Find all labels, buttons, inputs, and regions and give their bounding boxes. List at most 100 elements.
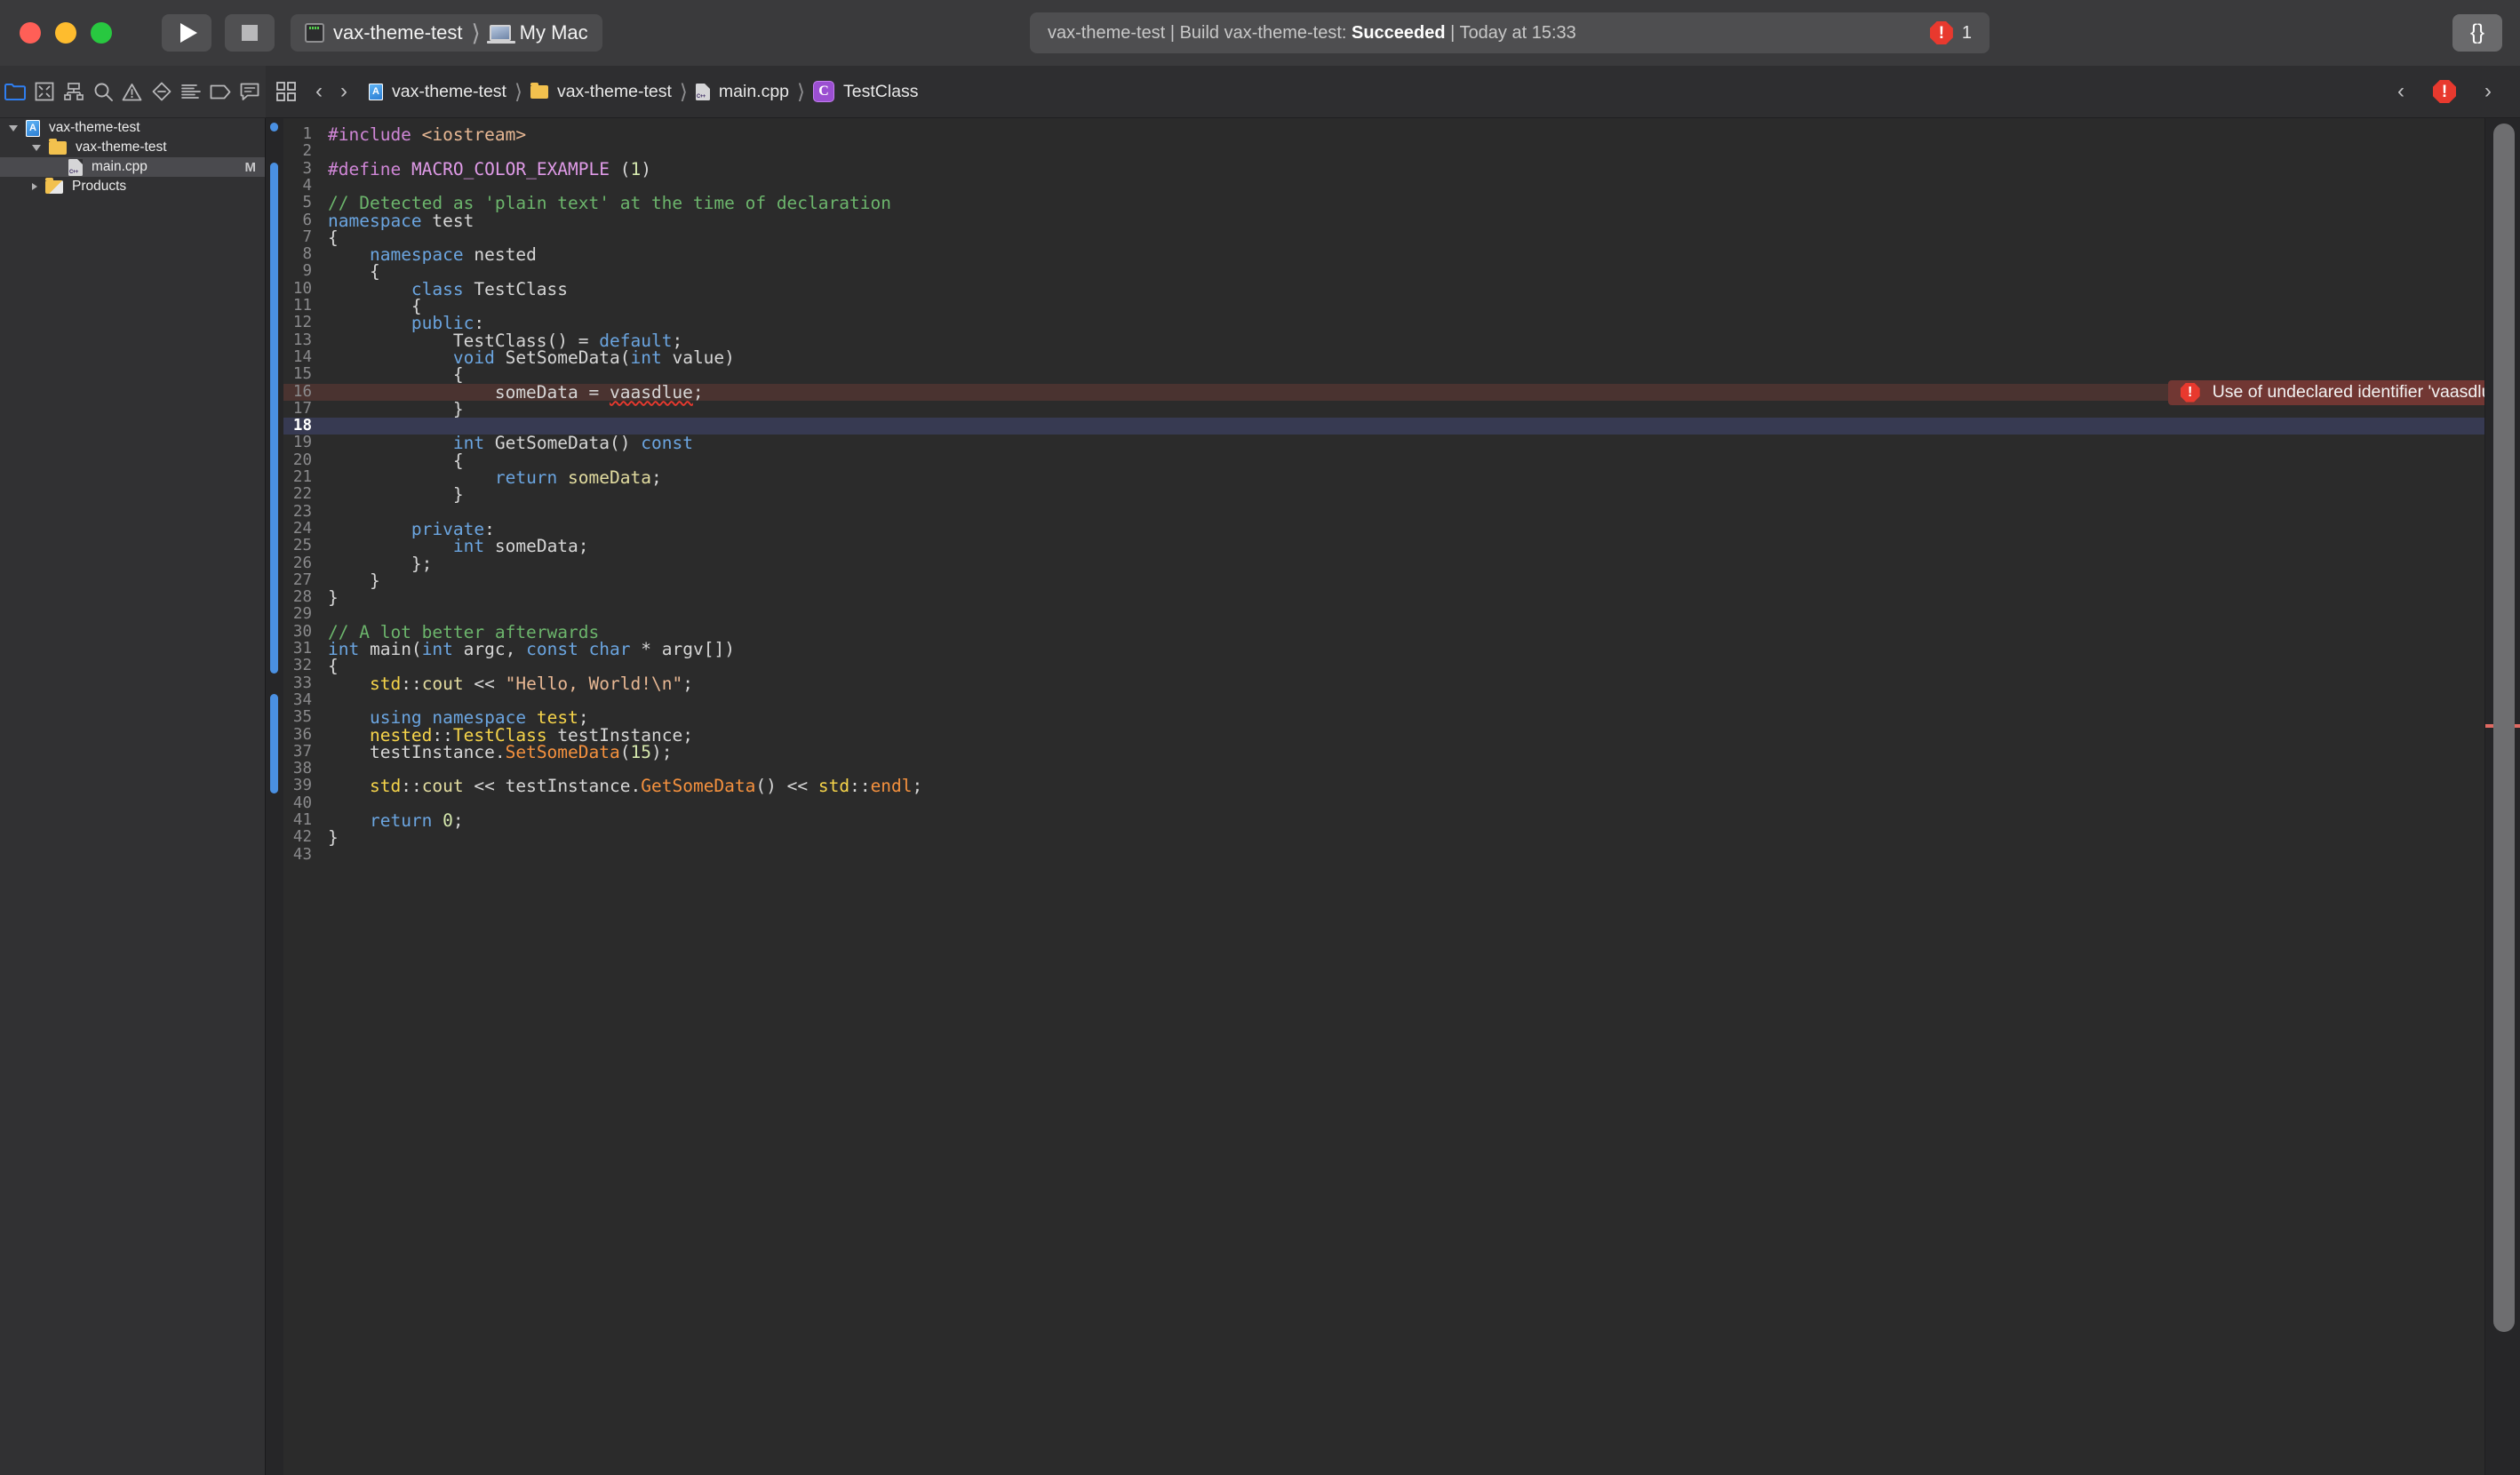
navigator-item-vax-theme-test[interactable]: vax-theme-test	[0, 118, 265, 138]
code-text-area[interactable]: 1 #include <iostream> 2 3 #define MACRO_COLO…	[283, 118, 2484, 1475]
code-line[interactable]: 6 namespace test	[283, 211, 2484, 229]
stop-button[interactable]	[225, 14, 275, 52]
change-bar-segment[interactable]	[270, 693, 278, 793]
code-line[interactable]: 38	[283, 761, 2484, 777]
code-line[interactable]: 10 class TestClass	[283, 280, 2484, 298]
disclosure-triangle-icon[interactable]	[32, 144, 41, 151]
sidebar-item-breakpoint-navigator[interactable]	[205, 66, 235, 118]
editor-jump-bar: ‹ › vax-theme-test ⟩ vax-theme-test ⟩ ma…	[266, 66, 2520, 118]
error-octagon-icon[interactable]: !	[2433, 80, 2456, 103]
code-line[interactable]: 32 {	[283, 658, 2484, 675]
code-line[interactable]: 17 }	[283, 400, 2484, 418]
code-line[interactable]: 40	[283, 794, 2484, 812]
run-button[interactable]	[162, 14, 211, 52]
sidebar-item-issue-navigator[interactable]	[117, 66, 147, 118]
code-line[interactable]: 25 int someData;	[283, 538, 2484, 555]
code-line-text: int someData;	[328, 538, 589, 555]
code-line[interactable]: 20 {	[283, 451, 2484, 469]
navigator-item-products[interactable]: Products	[0, 177, 265, 196]
code-line[interactable]: 11 {	[283, 298, 2484, 315]
jump-bar-forward-button[interactable]: ›	[331, 79, 356, 104]
code-line[interactable]: 37 testInstance.SetSomeData(15);	[283, 743, 2484, 761]
code-line[interactable]: 5 // Detected as 'plain text' at the time…	[283, 195, 2484, 212]
code-line[interactable]: 1 #include <iostream>	[283, 126, 2484, 144]
code-line[interactable]: 42}	[283, 829, 2484, 847]
code-line[interactable]: 2	[283, 143, 2484, 160]
code-line[interactable]: 4	[283, 177, 2484, 195]
navigator-item-main-cpp[interactable]: main.cpp M	[0, 157, 265, 177]
code-line[interactable]: 43	[283, 846, 2484, 864]
navigator-item-vax-theme-test[interactable]: vax-theme-test	[0, 138, 265, 157]
disclosure-triangle-icon[interactable]	[32, 183, 37, 190]
code-token-pl: () <<	[755, 776, 818, 797]
activity-status-bar[interactable]: vax-theme-test | Build vax-theme-test: S…	[1030, 12, 1990, 53]
code-line[interactable]: 29	[283, 606, 2484, 623]
code-line[interactable]: 19 int GetSomeData() const	[283, 435, 2484, 452]
code-token-pl: << testInstance.	[463, 776, 642, 797]
code-line[interactable]: 13 TestClass() = default;	[283, 331, 2484, 349]
code-line[interactable]: 34	[283, 691, 2484, 709]
breadcrumb-item-file[interactable]: main.cpp	[695, 82, 789, 102]
related-items-button[interactable]	[266, 66, 307, 118]
code-line[interactable]: 28}	[283, 589, 2484, 607]
scrollbar-thumb[interactable]	[2493, 124, 2515, 1332]
sidebar-item-report-navigator[interactable]	[235, 66, 264, 118]
minimize-window-button[interactable]	[55, 22, 76, 44]
breadcrumb-item-symbol[interactable]: C TestClass	[813, 81, 919, 102]
jump-bar-back-button[interactable]: ‹	[307, 79, 331, 104]
breadcrumb-item-folder[interactable]: vax-theme-test	[530, 82, 672, 102]
code-line[interactable]: 18	[283, 418, 2484, 435]
inline-error-message: Use of undeclared identifier 'vaasdlue'	[2212, 382, 2504, 402]
code-line[interactable]: 9 {	[283, 263, 2484, 281]
scheme-name[interactable]: vax-theme-test	[333, 21, 463, 44]
code-line[interactable]: 14 void SetSomeData(int value)	[283, 348, 2484, 366]
code-line[interactable]: 8 namespace nested	[283, 246, 2484, 264]
code-line[interactable]: 30 // A lot better afterwards	[283, 623, 2484, 641]
source-editor[interactable]: 1 #include <iostream> 2 3 #define MACRO_COLO…	[266, 118, 2520, 1475]
code-line-text: // A lot better afterwards	[328, 623, 599, 641]
status-error-indicator[interactable]: ! 1	[1929, 21, 1972, 44]
sidebar-item-project-navigator[interactable]	[0, 66, 29, 118]
code-line[interactable]: 23	[283, 503, 2484, 521]
code-line[interactable]: 12 public:	[283, 315, 2484, 332]
code-line[interactable]: 41 return 0;	[283, 810, 2484, 831]
sidebar-item-find-navigator[interactable]	[88, 66, 117, 118]
change-bar-dot[interactable]	[270, 123, 278, 132]
sidebar-item-debug-navigator[interactable]	[176, 66, 205, 118]
scheme-destination-chip[interactable]: vax-theme-test ⟩ My Mac	[291, 14, 602, 52]
library-button[interactable]: {}	[2452, 14, 2502, 52]
code-line[interactable]: 39 std::cout << testInstance.GetSomeData…	[283, 776, 2484, 797]
sidebar-item-test-navigator[interactable]	[147, 66, 176, 118]
project-navigator[interactable]: vax-theme-test vax-theme-test main.cpp M Pro…	[0, 118, 266, 1475]
code-line[interactable]: 21 return someData;	[283, 469, 2484, 487]
code-line[interactable]: 3 #define MACRO_COLOR_EXAMPLE (1)	[283, 160, 2484, 178]
products-folder-icon	[45, 177, 63, 194]
close-window-button[interactable]	[20, 22, 41, 44]
previous-issue-button[interactable]: ‹	[2388, 79, 2413, 104]
window-title-bar: vax-theme-test ⟩ My Mac vax-theme-test |…	[0, 0, 2520, 66]
sidebar-item-source-control-navigator[interactable]	[29, 66, 59, 118]
code-line[interactable]: 22 }	[283, 486, 2484, 504]
next-issue-button[interactable]: ›	[2476, 79, 2500, 104]
code-line[interactable]: 15 {	[283, 366, 2484, 384]
code-line[interactable]: 7{	[283, 228, 2484, 246]
editor-scrollbar[interactable]	[2484, 118, 2520, 1475]
code-token-num: 0	[443, 810, 453, 831]
code-line[interactable]: 16 someData = vaasdlue;	[283, 383, 2484, 401]
breadcrumb-item-project[interactable]: vax-theme-test	[369, 82, 506, 102]
disclosure-triangle-icon[interactable]	[9, 124, 18, 132]
code-line[interactable]: 36 nested::TestClass testInstance;	[283, 726, 2484, 744]
inline-error-banner[interactable]: ! Use of undeclared identifier 'vaasdlue…	[2167, 379, 2520, 405]
change-bar-segment[interactable]	[270, 162, 278, 674]
code-line[interactable]: 26 };	[283, 554, 2484, 572]
code-line[interactable]: 24 private:	[283, 520, 2484, 538]
code-line-text: int main(int argc, const char * argv[])	[328, 641, 735, 658]
zoom-window-button[interactable]	[91, 22, 112, 44]
sidebar-item-symbol-navigator[interactable]	[59, 66, 88, 118]
code-line[interactable]: 35 using namespace test;	[283, 709, 2484, 727]
code-line[interactable]: 33 std::cout << "Hello, World!\n";	[283, 674, 2484, 692]
code-line[interactable]: 31 int main(int argc, const char * argv[]…	[283, 641, 2484, 658]
code-line-text: // Detected as 'plain text' at the time …	[328, 195, 891, 212]
code-line[interactable]: 27 }	[283, 571, 2484, 589]
destination-name[interactable]: My Mac	[520, 21, 588, 44]
